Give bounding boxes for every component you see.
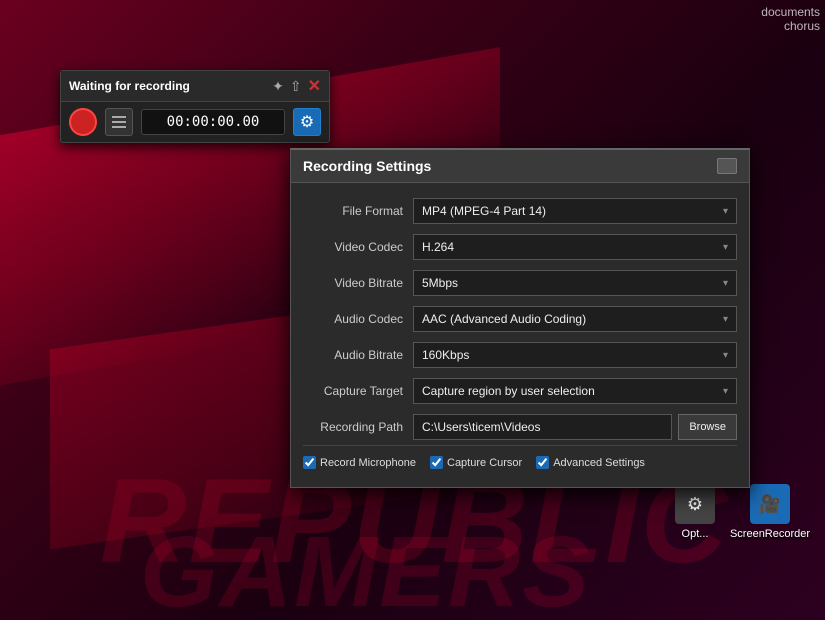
video-codec-value: H.264 (422, 240, 723, 254)
options-label: Opt... (682, 528, 709, 540)
screen-recorder-icon[interactable]: 🎥 ScreenRecorder (735, 484, 805, 540)
recording-path-label: Recording Path (303, 420, 413, 434)
video-codec-arrow-icon: ▾ (723, 242, 728, 253)
toolbar-title-icons: ✦ ⇧ ✕ (272, 76, 321, 96)
capture-cursor-checkbox[interactable]: Capture Cursor (430, 456, 522, 469)
audio-bitrate-row: Audio Bitrate 160Kbps ▾ (291, 337, 749, 373)
checkboxes-row: Record Microphone Capture Cursor Advance… (291, 450, 749, 477)
recording-status-label: Waiting for recording (69, 79, 190, 93)
file-format-control[interactable]: MP4 (MPEG-4 Part 14) ▾ (413, 198, 737, 224)
capture-target-row: Capture Target Capture region by user se… (291, 373, 749, 409)
video-codec-control[interactable]: H.264 ▾ (413, 234, 737, 260)
video-bitrate-control[interactable]: 5Mbps ▾ (413, 270, 737, 296)
toolbar-title-bar: Waiting for recording ✦ ⇧ ✕ (61, 71, 329, 102)
options-icon[interactable]: ⚙ Opt... (660, 484, 730, 540)
capture-cursor-input[interactable] (430, 456, 443, 469)
recording-path-input[interactable] (413, 414, 672, 440)
timer-display: 00:00:00.00 (141, 109, 285, 135)
video-bitrate-value: 5Mbps (422, 276, 723, 290)
advanced-settings-checkbox[interactable]: Advanced Settings (536, 456, 645, 469)
audio-codec-control[interactable]: AAC (Advanced Audio Coding) ▾ (413, 306, 737, 332)
audio-bitrate-control[interactable]: 160Kbps ▾ (413, 342, 737, 368)
gear-icon: ⚙ (300, 112, 314, 132)
file-format-label: File Format (303, 204, 413, 218)
audio-codec-arrow-icon: ▾ (723, 314, 728, 325)
dialog-divider (303, 445, 737, 446)
capture-cursor-label: Capture Cursor (447, 457, 522, 469)
video-bitrate-row: Video Bitrate 5Mbps ▾ (291, 265, 749, 301)
screen-recorder-icon-img: 🎥 (750, 484, 790, 524)
recording-path-row: Recording Path Browse (291, 409, 749, 445)
capture-target-control[interactable]: Capture region by user selection ▾ (413, 378, 737, 404)
advanced-settings-label: Advanced Settings (553, 457, 645, 469)
video-bitrate-arrow-icon: ▾ (723, 278, 728, 289)
video-codec-row: Video Codec H.264 ▾ (291, 229, 749, 265)
top-right-text: documents chorus (761, 5, 820, 33)
record-microphone-label: Record Microphone (320, 457, 416, 469)
dialog-titlebar: Recording Settings (291, 150, 749, 183)
record-button[interactable] (69, 108, 97, 136)
recording-toolbar: Waiting for recording ✦ ⇧ ✕ 00:00:00.00 … (60, 70, 330, 143)
video-bitrate-label: Video Bitrate (303, 276, 413, 290)
dialog-content: File Format MP4 (MPEG-4 Part 14) ▾ Video… (291, 183, 749, 487)
record-microphone-input[interactable] (303, 456, 316, 469)
record-microphone-checkbox[interactable]: Record Microphone (303, 456, 416, 469)
file-format-row: File Format MP4 (MPEG-4 Part 14) ▾ (291, 193, 749, 229)
audio-bitrate-label: Audio Bitrate (303, 348, 413, 362)
capture-target-value: Capture region by user selection (422, 384, 723, 398)
toolbar-controls: 00:00:00.00 ⚙ (61, 102, 329, 142)
audio-bitrate-arrow-icon: ▾ (723, 350, 728, 361)
settings-title-icon[interactable]: ⇧ (290, 78, 302, 95)
audio-codec-value: AAC (Advanced Audio Coding) (422, 312, 723, 326)
file-format-arrow-icon: ▾ (723, 206, 728, 217)
video-codec-label: Video Codec (303, 240, 413, 254)
audio-codec-label: Audio Codec (303, 312, 413, 326)
file-format-value: MP4 (MPEG-4 Part 14) (422, 204, 723, 218)
capture-target-arrow-icon: ▾ (723, 386, 728, 397)
move-icon[interactable]: ✦ (272, 78, 284, 95)
audio-bitrate-value: 160Kbps (422, 348, 723, 362)
dialog-restore-button[interactable] (717, 158, 737, 174)
audio-codec-row: Audio Codec AAC (Advanced Audio Coding) … (291, 301, 749, 337)
settings-dialog: Recording Settings File Format MP4 (MPEG… (290, 148, 750, 488)
bg-gamers-text: GAMERS (140, 515, 591, 620)
close-icon[interactable]: ✕ (308, 76, 321, 96)
browse-button[interactable]: Browse (678, 414, 737, 440)
settings-button[interactable]: ⚙ (293, 108, 321, 136)
menu-button[interactable] (105, 108, 133, 136)
advanced-settings-input[interactable] (536, 456, 549, 469)
screen-recorder-label: ScreenRecorder (730, 528, 810, 540)
capture-target-label: Capture Target (303, 384, 413, 398)
dialog-title: Recording Settings (303, 158, 431, 174)
options-icon-img: ⚙ (675, 484, 715, 524)
